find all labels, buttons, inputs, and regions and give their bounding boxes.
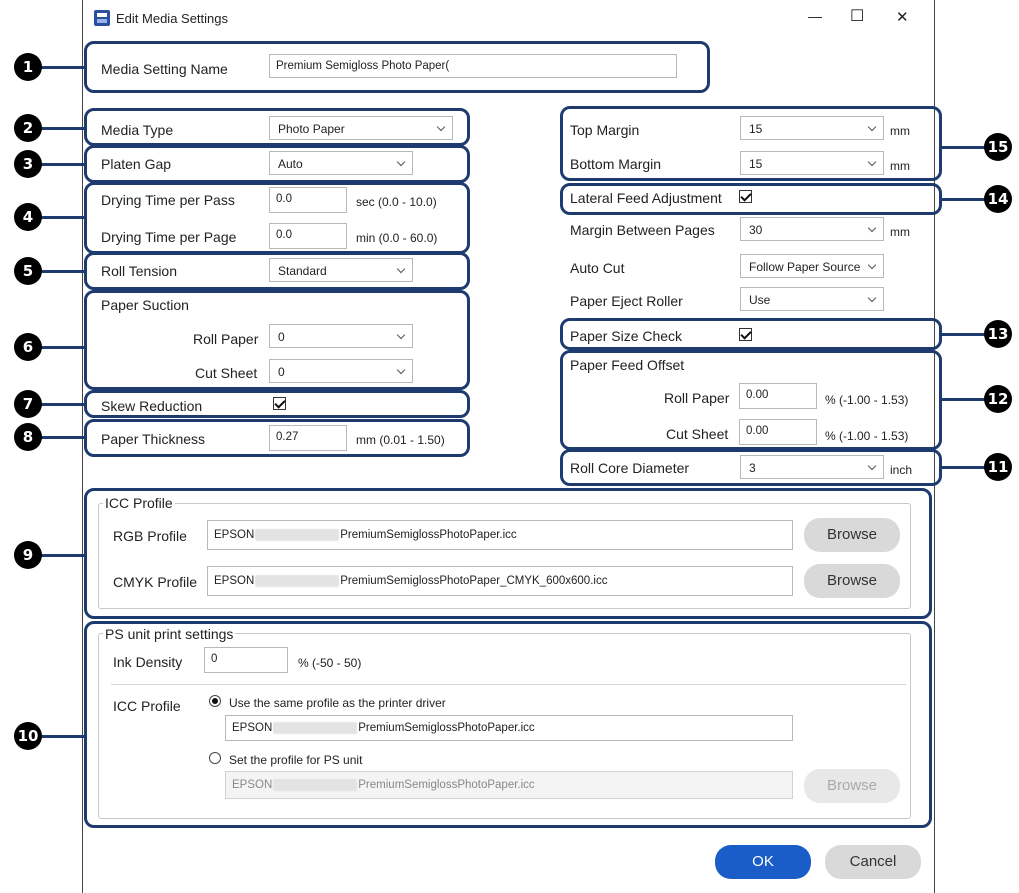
margin-between-value: 30 [749, 223, 763, 237]
leader-line [940, 466, 986, 469]
leader-line [940, 398, 986, 401]
callout-2: 2 [14, 114, 42, 142]
leader-line [940, 146, 986, 149]
eject-roller-select[interactable]: Use [740, 287, 884, 311]
callout-12: 12 [984, 385, 1012, 413]
highlight-icc-profile [84, 488, 932, 619]
callout-10: 10 [14, 722, 42, 750]
highlight-media-type [84, 108, 470, 146]
title-bar: Edit Media Settings — ☐ ✕ [83, 0, 934, 38]
callout-3: 3 [14, 150, 42, 178]
close-icon[interactable]: ✕ [896, 8, 909, 26]
callout-1: 1 [14, 53, 42, 81]
leader-line [40, 403, 86, 406]
leader-line [40, 127, 86, 130]
eject-roller-value: Use [749, 293, 771, 307]
callout-8: 8 [14, 423, 42, 451]
callout-6: 6 [14, 333, 42, 361]
margin-between-label: Margin Between Pages [570, 222, 715, 238]
leader-line [40, 346, 86, 349]
maximize-icon[interactable]: ☐ [850, 6, 864, 26]
leader-line [940, 198, 986, 201]
leader-line [40, 735, 86, 738]
highlight-margins [560, 106, 942, 181]
auto-cut-select[interactable]: Follow Paper Source [740, 254, 884, 278]
auto-cut-value: Follow Paper Source [749, 260, 861, 274]
leader-line [40, 163, 86, 166]
margin-between-select[interactable]: 30 [740, 217, 884, 241]
callout-15: 15 [984, 133, 1012, 161]
highlight-paper-size-check [560, 318, 942, 350]
chevron-down-icon [867, 293, 877, 303]
callout-13: 13 [984, 320, 1012, 348]
margin-between-unit: mm [890, 225, 910, 239]
highlight-drying-time [84, 182, 470, 254]
cancel-button[interactable]: Cancel [825, 845, 921, 879]
leader-line [40, 554, 86, 557]
leader-line [40, 436, 86, 439]
callout-11: 11 [984, 453, 1012, 481]
chevron-down-icon [867, 223, 877, 233]
leader-line [940, 333, 986, 336]
chevron-down-icon [867, 260, 877, 270]
callout-14: 14 [984, 185, 1012, 213]
highlight-feed-offset [560, 350, 942, 450]
auto-cut-label: Auto Cut [570, 260, 625, 276]
leader-line [40, 270, 86, 273]
highlight-skew-reduction [84, 390, 470, 418]
ok-button[interactable]: OK [715, 845, 811, 879]
highlight-media-setting-name [84, 41, 710, 93]
window-title: Edit Media Settings [116, 11, 229, 26]
callout-4: 4 [14, 203, 42, 231]
highlight-ps-unit [84, 621, 932, 828]
leader-line [40, 216, 86, 219]
highlight-paper-suction [84, 290, 470, 390]
callout-9: 9 [14, 541, 42, 569]
callout-5: 5 [14, 257, 42, 285]
highlight-roll-core [560, 449, 942, 486]
highlight-paper-thickness [84, 419, 470, 457]
app-icon [94, 10, 110, 26]
eject-roller-label: Paper Eject Roller [570, 293, 683, 309]
leader-line [40, 66, 86, 69]
callout-7: 7 [14, 390, 42, 418]
highlight-lateral-feed [560, 183, 942, 215]
highlight-platen-gap [84, 145, 470, 183]
minimize-icon[interactable]: — [808, 8, 822, 24]
highlight-roll-tension [84, 252, 470, 290]
